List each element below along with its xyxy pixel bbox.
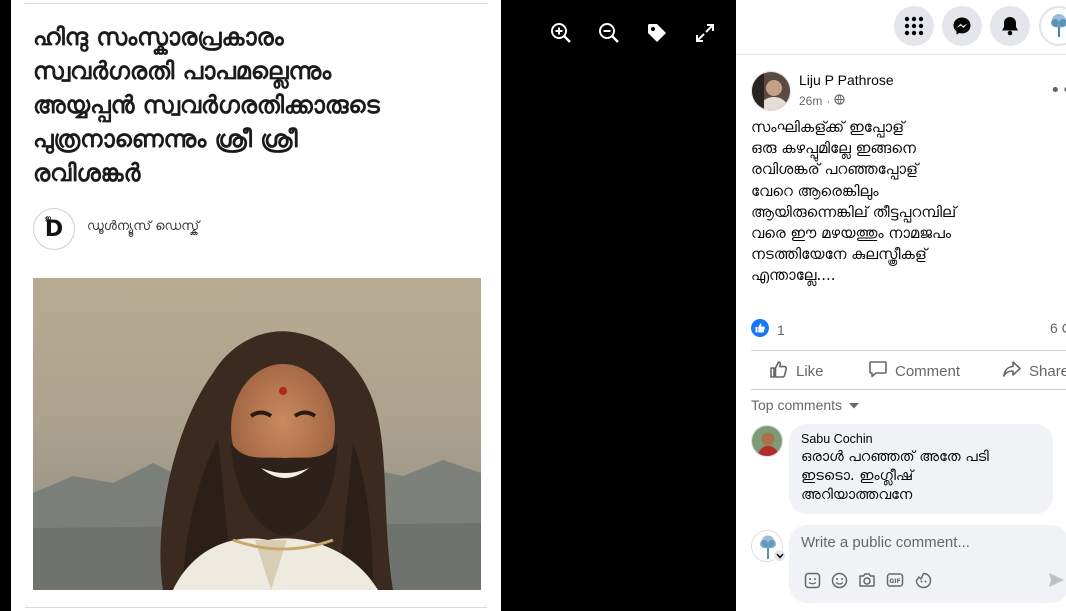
commenter-name[interactable]: Sabu Cochin bbox=[801, 432, 1041, 446]
gif-icon[interactable]: GIF bbox=[886, 571, 904, 589]
headline-line: ഹിന്ദു സംസ്കാരപ്രകാരം bbox=[33, 23, 284, 51]
article-photo bbox=[33, 278, 481, 590]
divider bbox=[25, 0, 487, 4]
comment-text: ഒരാൾ പറഞ്ഞത് അതേ പടി ഇടടൊ. ഇംഗ്ലീഷ് അറിയ… bbox=[801, 448, 1041, 505]
thumbs-up-icon bbox=[769, 359, 789, 383]
comment-text-line: അറിയാത്തവനേ bbox=[801, 487, 913, 503]
reaction-count: 1 bbox=[777, 321, 785, 338]
separator-dot: · bbox=[826, 94, 831, 108]
share-arrow-icon bbox=[1002, 359, 1022, 383]
share-button[interactable]: Share bbox=[1002, 360, 1066, 382]
comment-bubble: Sabu Cochin ഒരാൾ പറഞ്ഞത് അതേ പടി ഇടടൊ. ഇ… bbox=[789, 424, 1053, 514]
share-label: Share bbox=[1029, 362, 1066, 380]
publisher-logo-small: ഇ bbox=[45, 215, 51, 222]
post-text-line: നടത്തിയേനേ കുലസ്ത്രീകള് bbox=[751, 245, 927, 264]
avatar-sticker-icon[interactable] bbox=[914, 571, 932, 589]
more-options-icon[interactable]: ••• bbox=[1050, 80, 1066, 101]
post-text: സംഘികള്ക്ക് ഇപ്പോള് ഒരു കഴപ്പുമില്ലേ ഇങ്… bbox=[751, 117, 1051, 287]
publisher-name: ഡൂൾന്യൂസ് ഡെസ്ക് bbox=[87, 219, 200, 234]
comment-text-line: ഇടടൊ. ഇംഗ്ലീഷ് bbox=[801, 468, 914, 484]
comment-label: Comment bbox=[895, 362, 961, 380]
profile-avatar[interactable] bbox=[1039, 6, 1066, 46]
post-text-line: ഒരു കഴപ്പുമില്ലേ ഇങ്ങനെ bbox=[751, 139, 916, 158]
menu-grid-icon[interactable] bbox=[894, 6, 934, 46]
divider bbox=[751, 389, 1066, 390]
post-author-name[interactable]: Liju P Pathrose bbox=[799, 72, 894, 88]
divider bbox=[25, 607, 487, 611]
post-text-line: രവിശങ്കര് പറഞ്ഞപ്പോള് bbox=[751, 160, 919, 179]
zoom-in-icon[interactable] bbox=[548, 20, 574, 46]
chevron-down-icon[interactable] bbox=[773, 549, 786, 562]
post-time[interactable]: 26m bbox=[799, 94, 822, 108]
post-text-line: വേറെ ആരെങ്കിലും bbox=[751, 181, 879, 200]
comment-sort-label: Top comments bbox=[751, 397, 843, 413]
svg-text:GIF: GIF bbox=[889, 578, 900, 585]
post-text-line: എന്താല്ലേ.... bbox=[751, 266, 836, 285]
comment-count[interactable]: 6 C bbox=[1050, 320, 1066, 336]
headline-line: സ്വവർഗരതി പാപമല്ലെന്നും bbox=[33, 57, 332, 85]
comment-input[interactable] bbox=[801, 534, 1051, 551]
emoji-icon[interactable] bbox=[830, 571, 848, 589]
headline-line: പുത്രനാണെന്നും ശ്രീ ശ്രീ bbox=[33, 125, 298, 153]
headline-line: അയ്യപ്പൻ സ്വവർഗരതിക്കാരുടെ bbox=[33, 91, 380, 119]
divider bbox=[751, 350, 1066, 351]
photo-viewer: ഹിന്ദു സംസ്കാരപ്രകാരം സ്വവർഗരതി പാപമല്ലെ… bbox=[0, 0, 736, 611]
author-avatar[interactable] bbox=[751, 71, 791, 111]
comment-bubble-icon bbox=[868, 359, 888, 383]
camera-icon[interactable] bbox=[858, 571, 876, 589]
post-meta: 26m · bbox=[799, 94, 846, 108]
shared-image-article[interactable]: ഹിന്ദു സംസ്കാരപ്രകാരം സ്വവർഗരതി പാപമല്ലെ… bbox=[11, 0, 501, 611]
sticker-icon[interactable] bbox=[803, 571, 821, 589]
comment-button[interactable]: Comment bbox=[868, 360, 960, 382]
messenger-icon[interactable] bbox=[942, 6, 982, 46]
reactions-summary[interactable]: 1 bbox=[751, 319, 785, 340]
commenter-avatar[interactable] bbox=[751, 425, 783, 457]
like-button[interactable]: Like bbox=[769, 360, 824, 382]
post-text-line: വരെ ഈ മഴയത്തും നാമജപം bbox=[751, 224, 952, 243]
post-text-line: ആയിരുന്നെങ്കില് തീട്ടപ്പറമ്പില് bbox=[751, 202, 957, 221]
headline-line: രവിശങ്കർ bbox=[33, 159, 141, 187]
like-reaction-icon bbox=[751, 319, 769, 340]
chevron-down-icon bbox=[848, 397, 860, 413]
globe-icon[interactable] bbox=[834, 94, 846, 108]
post-text-line: സംഘികള്ക്ക് ഇപ്പോള് bbox=[751, 118, 905, 136]
comment-text-line: ഒരാൾ പറഞ്ഞത് അതേ പടി bbox=[801, 449, 989, 465]
post-details-pane: Liju P Pathrose 26m · ••• സംഘികള്ക്ക് ഇപ… bbox=[736, 0, 1066, 611]
like-label: Like bbox=[796, 362, 824, 380]
comment-composer: GIF bbox=[789, 525, 1066, 603]
article-headline: ഹിന്ദു സംസ്കാരപ്രകാരം സ്വവർഗരതി പാപമല്ലെ… bbox=[33, 20, 483, 190]
comment-sort-dropdown[interactable]: Top comments bbox=[751, 397, 860, 413]
tag-icon[interactable] bbox=[644, 20, 670, 46]
fullscreen-icon[interactable] bbox=[692, 20, 718, 46]
notifications-icon[interactable] bbox=[990, 6, 1030, 46]
top-navigation-bar bbox=[736, 0, 1066, 55]
send-icon[interactable] bbox=[1047, 571, 1065, 589]
publisher-logo: ഇ D bbox=[33, 208, 75, 250]
zoom-out-icon[interactable] bbox=[596, 20, 622, 46]
